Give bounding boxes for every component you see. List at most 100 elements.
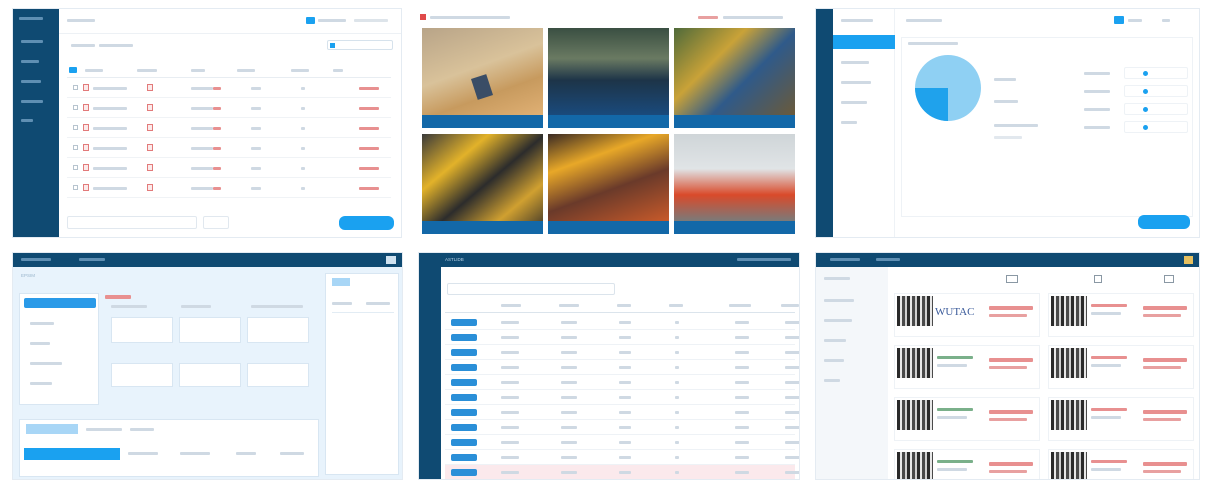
table-row[interactable] bbox=[445, 465, 799, 479]
photo-tile[interactable] bbox=[674, 28, 795, 128]
column-header[interactable] bbox=[501, 304, 521, 307]
table-row[interactable] bbox=[445, 390, 799, 405]
row-tag[interactable] bbox=[451, 364, 477, 371]
table-row[interactable] bbox=[67, 179, 391, 198]
menu-item-active[interactable] bbox=[833, 35, 895, 49]
tab[interactable] bbox=[86, 428, 122, 431]
sidebar-item[interactable] bbox=[21, 60, 39, 63]
form-field[interactable] bbox=[247, 363, 309, 387]
table-header-cell-active[interactable] bbox=[24, 448, 120, 460]
detail-tab[interactable] bbox=[332, 278, 350, 286]
header-user[interactable] bbox=[354, 19, 388, 22]
folder-icon[interactable] bbox=[306, 17, 315, 24]
sidebar-item[interactable] bbox=[21, 100, 43, 103]
tab[interactable] bbox=[130, 428, 154, 431]
news-card[interactable]: WUTAC bbox=[894, 293, 1040, 337]
header-user[interactable] bbox=[1162, 19, 1170, 22]
table-row[interactable] bbox=[445, 345, 799, 360]
column-header-owner[interactable] bbox=[291, 69, 309, 72]
column-header-date[interactable] bbox=[191, 69, 205, 72]
user-icon[interactable] bbox=[386, 256, 396, 264]
photo-tile[interactable] bbox=[674, 134, 795, 234]
news-card[interactable] bbox=[1048, 449, 1194, 479]
row-checkbox[interactable] bbox=[73, 125, 78, 130]
sidebar-item[interactable] bbox=[21, 119, 33, 122]
table-row[interactable] bbox=[67, 99, 391, 118]
row-tag[interactable] bbox=[451, 379, 477, 386]
news-card[interactable] bbox=[1048, 293, 1194, 337]
photo-tile[interactable] bbox=[422, 28, 543, 128]
header-action[interactable] bbox=[318, 19, 346, 22]
sidebar-item[interactable] bbox=[824, 319, 852, 322]
menu-item[interactable] bbox=[841, 61, 869, 64]
form-field[interactable] bbox=[111, 317, 173, 343]
list-view-icon[interactable] bbox=[1094, 275, 1102, 283]
submit-button[interactable] bbox=[339, 216, 394, 230]
news-card[interactable] bbox=[894, 397, 1040, 441]
row-checkbox[interactable] bbox=[73, 145, 78, 150]
column-header-size[interactable] bbox=[237, 69, 255, 72]
news-card[interactable] bbox=[894, 345, 1040, 389]
table-row[interactable] bbox=[445, 405, 799, 420]
row-tag[interactable] bbox=[451, 334, 477, 341]
header-actions[interactable] bbox=[737, 258, 791, 261]
grid-view-icon[interactable] bbox=[1006, 275, 1018, 283]
sidebar-item[interactable] bbox=[824, 299, 854, 302]
row-tag[interactable] bbox=[451, 349, 477, 356]
table-header-cell[interactable] bbox=[280, 452, 304, 455]
row-tag[interactable] bbox=[451, 394, 477, 401]
nav-link[interactable] bbox=[876, 258, 900, 261]
row-checkbox[interactable] bbox=[73, 85, 78, 90]
export-icon[interactable] bbox=[1164, 275, 1174, 283]
row-checkbox[interactable] bbox=[73, 105, 78, 110]
photo-tile[interactable] bbox=[548, 134, 669, 234]
row-tag[interactable] bbox=[451, 439, 477, 446]
table-header-cell[interactable] bbox=[236, 452, 256, 455]
notification-icon[interactable] bbox=[1184, 256, 1193, 264]
table-row[interactable] bbox=[445, 330, 799, 345]
menu-item[interactable] bbox=[841, 81, 871, 84]
sidebar-item[interactable] bbox=[824, 379, 840, 382]
setting-toggle[interactable] bbox=[1124, 67, 1188, 79]
table-header-cell[interactable] bbox=[180, 452, 210, 455]
table-row[interactable] bbox=[445, 450, 799, 465]
search-input[interactable] bbox=[327, 40, 393, 50]
toolbar-filters[interactable] bbox=[447, 283, 615, 295]
tab-active[interactable] bbox=[26, 424, 78, 434]
header-action[interactable] bbox=[1128, 19, 1142, 22]
table-row[interactable] bbox=[67, 159, 391, 178]
form-field[interactable] bbox=[111, 363, 173, 387]
menu-item[interactable] bbox=[841, 121, 857, 124]
setting-toggle[interactable] bbox=[1124, 121, 1188, 133]
save-button[interactable] bbox=[1138, 215, 1190, 229]
table-header-cell[interactable] bbox=[128, 452, 158, 455]
column-header-name[interactable] bbox=[85, 69, 103, 72]
select-all-checkbox[interactable] bbox=[69, 67, 77, 73]
form-field[interactable] bbox=[179, 317, 241, 343]
photo-tile[interactable] bbox=[422, 134, 543, 234]
cancel-button[interactable] bbox=[203, 216, 229, 229]
row-tag[interactable] bbox=[451, 454, 477, 461]
table-row[interactable] bbox=[445, 315, 799, 330]
category-item[interactable] bbox=[30, 342, 50, 345]
table-row[interactable] bbox=[445, 435, 799, 450]
news-card[interactable] bbox=[894, 449, 1040, 479]
category-item-active[interactable] bbox=[24, 298, 96, 308]
table-row[interactable] bbox=[67, 79, 391, 98]
category-item[interactable] bbox=[30, 322, 54, 325]
nav-link[interactable] bbox=[79, 258, 105, 261]
column-header[interactable] bbox=[617, 304, 631, 307]
row-checkbox[interactable] bbox=[73, 165, 78, 170]
table-row[interactable] bbox=[67, 119, 391, 138]
row-tag[interactable] bbox=[451, 409, 477, 416]
row-tag[interactable] bbox=[451, 319, 477, 326]
setting-toggle[interactable] bbox=[1124, 85, 1188, 97]
column-header[interactable] bbox=[729, 304, 751, 307]
photo-tile[interactable] bbox=[548, 28, 669, 128]
news-card[interactable] bbox=[1048, 345, 1194, 389]
sidebar-item[interactable] bbox=[824, 339, 846, 342]
news-card[interactable] bbox=[1048, 397, 1194, 441]
header-links[interactable] bbox=[723, 16, 783, 19]
column-header[interactable] bbox=[669, 304, 683, 307]
form-field[interactable] bbox=[179, 363, 241, 387]
